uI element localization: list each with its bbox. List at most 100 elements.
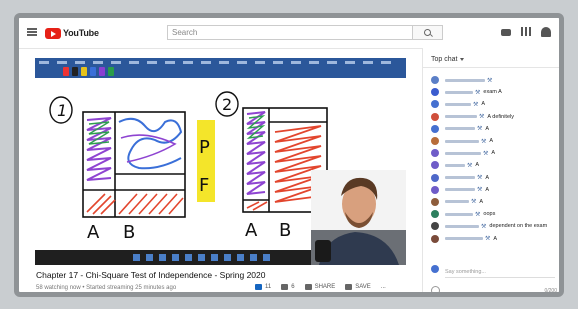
chat-author-name [445,127,475,131]
chat-author-name [445,163,465,167]
chat-message-text: A [493,235,498,242]
chat-message: ⚒ A [431,196,559,208]
playlist-add-icon [345,284,353,290]
play-logo-icon [45,27,61,39]
chat-message: ⚒ [431,74,559,86]
whiteboard-app-ribbon [35,58,406,78]
chat-author-name [445,200,469,204]
pen-blue [90,67,96,76]
chat-avatar [431,197,439,206]
chat-message-text: A [479,198,484,205]
taskbar-apps [133,254,273,261]
like-button[interactable]: 11 [255,284,271,290]
chat-message: ⚒ A [431,232,559,244]
moderator-wrench-icon: ⚒ [481,223,487,230]
chat-author-name [445,139,479,143]
create-video-icon[interactable] [501,29,511,36]
chat-author-name [445,237,483,241]
pen-green [108,67,114,76]
chat-avatar [431,210,439,219]
chat-messages: ⚒ ⚒ exam A ⚒ A ⚒ A definitely ⚒ A ⚒ A ⚒ A ⚒ A ⚒ A ⚒ A ⚒ A ⚒ oo… [431,74,559,245]
chat-message-text: A [475,162,480,169]
chat-message: ⚒ A [431,184,559,196]
label-2: 2 [222,95,232,114]
chat-message-text: oops [483,211,496,218]
chat-message: ⚒ A [431,123,559,135]
chat-avatar [431,222,439,231]
share-button[interactable]: SHARE [304,284,335,290]
notifications-bell-icon[interactable] [541,27,551,37]
label-b2: B [279,220,291,241]
moderator-wrench-icon: ⚒ [485,236,491,243]
label-f: F [199,175,209,196]
moderator-wrench-icon: ⚒ [477,187,483,194]
chat-message: ⚒ exam A [431,86,559,98]
pen-yellow [81,67,87,76]
moderator-wrench-icon: ⚒ [483,150,489,157]
logo-text: YouTube [63,28,99,38]
label-a2: A [245,220,258,241]
search-icon [424,29,431,36]
chat-author-name [445,224,479,228]
live-chat: Top chat ⚒ ⚒ exam A ⚒ A ⚒ A definitely ⚒ A ⚒ A ⚒ A ⚒ A… [422,48,559,294]
chat-avatar [431,124,439,133]
chat-input[interactable]: Say something... [445,269,486,275]
video-title: Chapter 17 - Chi-Square Test of Independ… [36,270,266,280]
chat-message: ⚒ A definitely [431,111,559,123]
moderator-wrench-icon: ⚒ [477,175,483,182]
dislike-button[interactable]: 6 [281,284,295,290]
moderator-wrench-icon: ⚒ [479,114,485,121]
chat-header[interactable]: Top chat [423,48,559,68]
search-input[interactable]: Search [167,25,413,40]
moderator-wrench-icon: ⚒ [473,101,479,108]
video-player[interactable]: 1 A B P F 2 A B [35,58,406,265]
chat-author-name [445,151,481,155]
chat-message-text: A [485,186,490,193]
moderator-wrench-icon: ⚒ [467,162,473,169]
chat-author-name [445,212,473,216]
chat-author-name [445,90,473,94]
chat-message: ⚒ oops [431,208,559,220]
pen-red [63,67,69,76]
moderator-wrench-icon: ⚒ [477,126,483,133]
chat-message-text: A [489,138,494,145]
label-b1: B [123,222,135,243]
youtube-logo[interactable]: YouTube [45,26,99,40]
chat-message-text: dependent on the exam [489,223,548,230]
chat-avatar [431,149,439,158]
chat-message: ⚒ A [431,147,559,159]
input-underline [445,277,555,278]
more-button[interactable]: ... [381,284,386,290]
chat-message-text: A [491,150,496,157]
apps-grid-icon[interactable] [521,27,531,36]
emoji-icon[interactable] [431,286,440,292]
video-meta: 58 watching now • Started streaming 25 m… [36,285,177,291]
chat-message-text: A definitely [487,113,514,120]
chat-avatar [431,234,439,243]
chat-author-name [445,188,475,192]
char-count: 0/200 [544,288,557,294]
chat-avatar [431,88,439,97]
search-button[interactable] [413,25,443,40]
pen-black [72,67,78,76]
chat-message-text: A [485,174,490,181]
menu-icon[interactable] [27,28,37,36]
chat-avatar [431,185,439,194]
chat-message-text: A [481,101,486,108]
header-icons [501,27,551,37]
save-label: SAVE [355,284,371,290]
chevron-down-icon [460,57,465,61]
chat-avatar [431,112,439,121]
chat-avatar [431,100,439,109]
like-count: 11 [265,284,272,290]
moderator-wrench-icon: ⚒ [475,211,481,218]
chat-author-name [445,115,477,119]
label-a1: A [87,222,100,243]
chat-avatar [431,173,439,182]
browser-frame: YouTube Search 1 A B P F 2 A B Chapter 1… [14,13,564,297]
save-button[interactable]: SAVE [345,284,371,290]
chat-avatar [431,137,439,146]
chat-message-text: A [485,125,490,132]
moderator-wrench-icon: ⚒ [471,199,477,206]
chat-author-name [445,176,475,180]
